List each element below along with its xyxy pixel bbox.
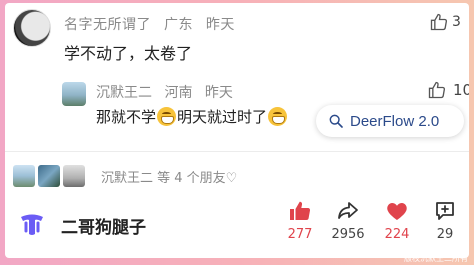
reply-meta: 沉默王二 河南 昨天 bbox=[96, 82, 241, 102]
grin-emoji-icon bbox=[268, 107, 288, 126]
like-count: 277 bbox=[287, 227, 313, 242]
app-logo-icon bbox=[21, 214, 43, 235]
comment-like-button[interactable]: 3 bbox=[429, 12, 461, 32]
deerflow-search-pill[interactable]: DeerFlow 2.0 bbox=[316, 105, 464, 137]
comment-card: 名字无所谓了 广东 昨天 学不动了，太卷了 3 沉默王二 河南 昨天 那就不学 … bbox=[5, 3, 469, 258]
watermark: 版权沉默王二所有 bbox=[404, 254, 468, 263]
reply-location: 河南 bbox=[164, 85, 193, 101]
friend-avatar bbox=[63, 165, 85, 187]
share-action-button[interactable]: 2956 bbox=[323, 199, 373, 242]
comment-author[interactable]: 名字无所谓了 bbox=[64, 17, 151, 33]
comment-location: 广东 bbox=[163, 17, 193, 33]
reply-author[interactable]: 沉默王二 bbox=[96, 85, 152, 101]
grin-emoji-icon bbox=[157, 107, 177, 126]
comment-action-button[interactable]: 29 bbox=[420, 199, 469, 242]
like-action-button[interactable]: 277 bbox=[275, 199, 325, 242]
comment-time: 昨天 bbox=[205, 17, 235, 33]
reply-text-part1: 那就不学 bbox=[96, 108, 157, 126]
heart-action-button[interactable]: 224 bbox=[372, 199, 422, 242]
friend-avatar bbox=[13, 165, 35, 187]
reply-avatar[interactable] bbox=[62, 82, 86, 106]
reply-text-part2: 明天就过时了 bbox=[177, 108, 268, 126]
thumbs-up-icon bbox=[428, 81, 446, 99]
comment-count: 29 bbox=[436, 227, 454, 242]
reply-text: 那就不学 明天就过时了 bbox=[96, 106, 288, 127]
divider bbox=[5, 151, 469, 152]
comment-like-count: 3 bbox=[452, 14, 461, 30]
thumbs-up-filled-icon bbox=[290, 201, 311, 220]
search-icon bbox=[329, 114, 343, 128]
app-name: 二哥狗腿子 bbox=[61, 218, 146, 238]
share-count: 2956 bbox=[331, 227, 365, 242]
comment-text: 学不动了，太卷了 bbox=[64, 44, 193, 63]
friend-avatars[interactable] bbox=[13, 165, 85, 187]
comment-meta: 名字无所谓了 广东 昨天 bbox=[64, 14, 243, 34]
comment-add-icon bbox=[436, 202, 454, 220]
heart-filled-icon bbox=[387, 203, 407, 220]
thumbs-up-icon bbox=[430, 13, 448, 31]
friend-avatar bbox=[38, 165, 60, 187]
share-arrow-icon bbox=[338, 202, 358, 219]
commenter-avatar[interactable] bbox=[13, 9, 51, 47]
heart-count: 224 bbox=[384, 227, 410, 242]
reply-like-count: 10 bbox=[453, 81, 469, 99]
friends-liked-text[interactable]: 沉默王二 等 4 个朋友♡ bbox=[101, 167, 237, 186]
reply-time: 昨天 bbox=[204, 85, 233, 101]
reply-like-button[interactable]: 10 bbox=[427, 80, 469, 100]
deerflow-label: DeerFlow 2.0 bbox=[350, 112, 440, 130]
